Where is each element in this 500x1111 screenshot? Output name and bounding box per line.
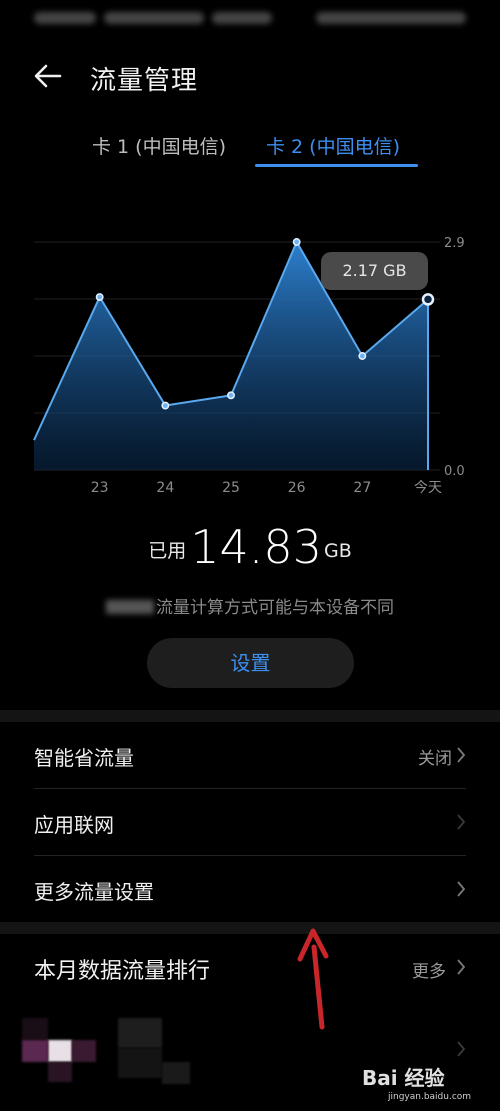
y-tick-label: 2.9 [444, 236, 465, 251]
used-unit: GB [323, 540, 352, 562]
usage-note: 流量计算方式可能与本设备不同 [0, 593, 500, 618]
annotation-arrow-icon [297, 928, 329, 1030]
usage-summary: 已用14.83 GB [0, 520, 500, 580]
data-point[interactable] [95, 293, 104, 301]
x-tick-label: 25 [222, 480, 240, 496]
x-tick-label: 27 [353, 480, 371, 496]
chevron-right-icon [457, 959, 466, 975]
row-more-settings[interactable]: 更多流量设置 [0, 856, 500, 922]
chart-tooltip: 2.17 GB [321, 252, 428, 290]
page-title: 流量管理 [90, 66, 199, 96]
data-point[interactable] [421, 293, 435, 306]
row-label: 智能省流量 [34, 746, 134, 770]
watermark-sub: jingyan.baidu.com [387, 1092, 471, 1102]
sim-tabs: 卡 1 (中国电信) 卡 2 (中国电信) [0, 128, 500, 172]
ranking-title: 本月数据流量排行 [34, 959, 211, 984]
tab-sim-2[interactable]: 卡 2 (中国电信) [266, 132, 400, 159]
data-point[interactable] [358, 352, 367, 360]
section-separator [0, 922, 500, 934]
row-app-network[interactable]: 应用联网 [0, 789, 500, 855]
back-arrow-icon[interactable] [30, 58, 66, 94]
x-tick-label: 23 [91, 480, 109, 496]
section-separator [0, 710, 500, 722]
y-tick-label: 0.0 [444, 464, 465, 479]
baidu-jingyan-watermark: Bai 经验 jingyan.baidu.com [362, 1066, 471, 1102]
chevron-right-icon [457, 881, 466, 897]
data-point[interactable] [161, 401, 170, 410]
used-label: 已用 [148, 540, 187, 562]
x-tick-label: 26 [288, 480, 306, 496]
row-label: 更多流量设置 [34, 880, 154, 904]
app-header: 流量管理 [0, 50, 500, 100]
data-point[interactable] [292, 238, 301, 246]
used-value: 14.83 [190, 520, 322, 574]
data-point[interactable] [227, 391, 235, 400]
chevron-right-icon [457, 1041, 466, 1057]
active-tab-indicator [255, 164, 418, 167]
ranking-more-link[interactable]: 更多 [412, 957, 446, 982]
chevron-right-icon [457, 814, 466, 830]
x-tick-label: 今天 [414, 480, 442, 496]
chevron-right-icon [457, 747, 466, 763]
watermark-text: Bai 经验 [362, 1066, 445, 1090]
usage-note-text: 流量计算方式可能与本设备不同 [156, 598, 394, 618]
row-label: 应用联网 [34, 813, 114, 837]
status-bar [0, 0, 500, 36]
settings-button[interactable]: 设置 [147, 638, 354, 688]
obscured-text [106, 600, 154, 614]
x-tick-label: 24 [156, 480, 174, 496]
row-smart-save[interactable]: 智能省流量 关闭 [0, 722, 500, 788]
tab-sim-1[interactable]: 卡 1 (中国电信) [92, 132, 226, 159]
row-value: 关闭 [418, 749, 452, 769]
